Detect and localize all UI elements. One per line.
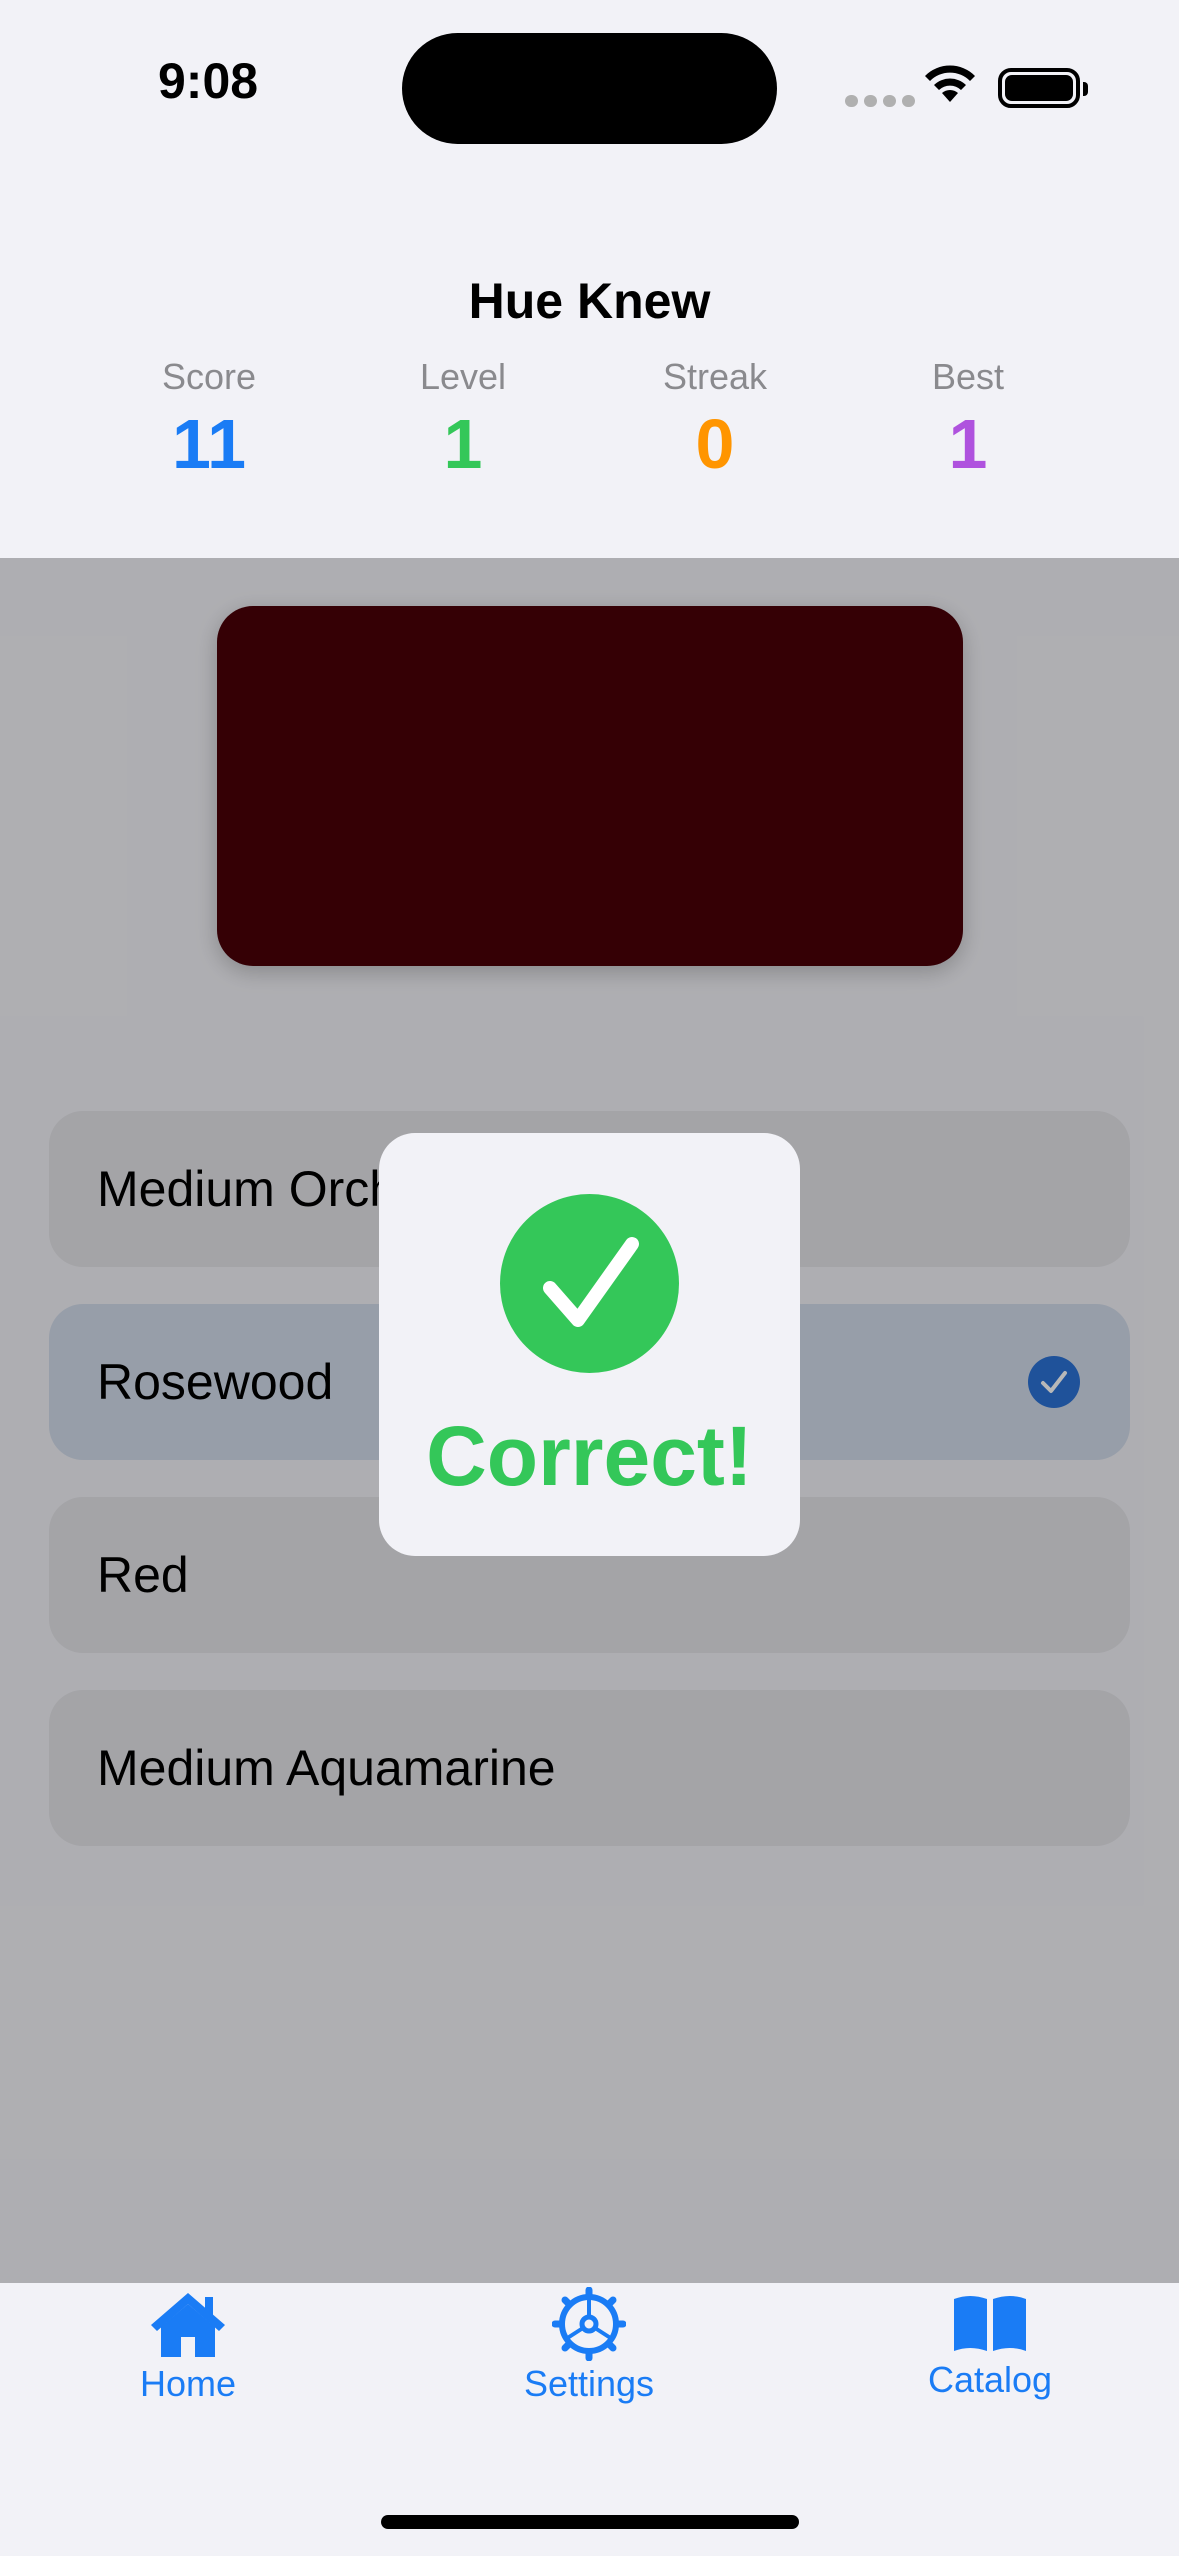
screen: 9:08 Hue Knew Score 11 Level 1 Streak 0 … [0,0,1179,2556]
stat-best: Best 1 [858,356,1078,484]
stat-label: Level [419,356,507,397]
home-indicator [381,2515,799,2529]
stat-label: Score [161,356,257,397]
stat-label: Best [931,356,1005,397]
house-icon [151,2293,225,2357]
wifi-icon [925,65,975,102]
stat-label: Streak [662,356,768,397]
tab-label: Home [139,2363,237,2404]
tab-settings[interactable]: Settings [459,2283,719,2423]
cellular-signal-icon [845,95,915,107]
stat-streak: Streak 0 [605,356,825,484]
app-title: Hue Knew [468,273,711,329]
stat-score: Score 11 [99,356,319,484]
status-time: 9:08 [158,53,259,109]
book-icon [954,2296,1026,2351]
stat-value: 11 [172,405,246,483]
dynamic-island [402,33,777,144]
battery-icon [998,68,1088,108]
tab-catalog[interactable]: Catalog [860,2283,1120,2423]
result-text: Correct! [426,1409,753,1503]
tab-home[interactable]: Home [58,2283,318,2423]
result-popup: Correct! [379,1133,800,1556]
stat-value: 1 [443,405,483,483]
stat-level: Level 1 [353,356,573,484]
gear-icon [552,2287,626,2361]
stat-value: 1 [948,405,988,483]
stat-value: 0 [695,405,735,483]
checkmark-circle-icon [500,1194,679,1373]
stats-bar: Score 11 Level 1 Streak 0 Best 1 [0,356,1179,486]
tab-label: Catalog [927,2359,1053,2400]
tab-label: Settings [523,2363,655,2404]
